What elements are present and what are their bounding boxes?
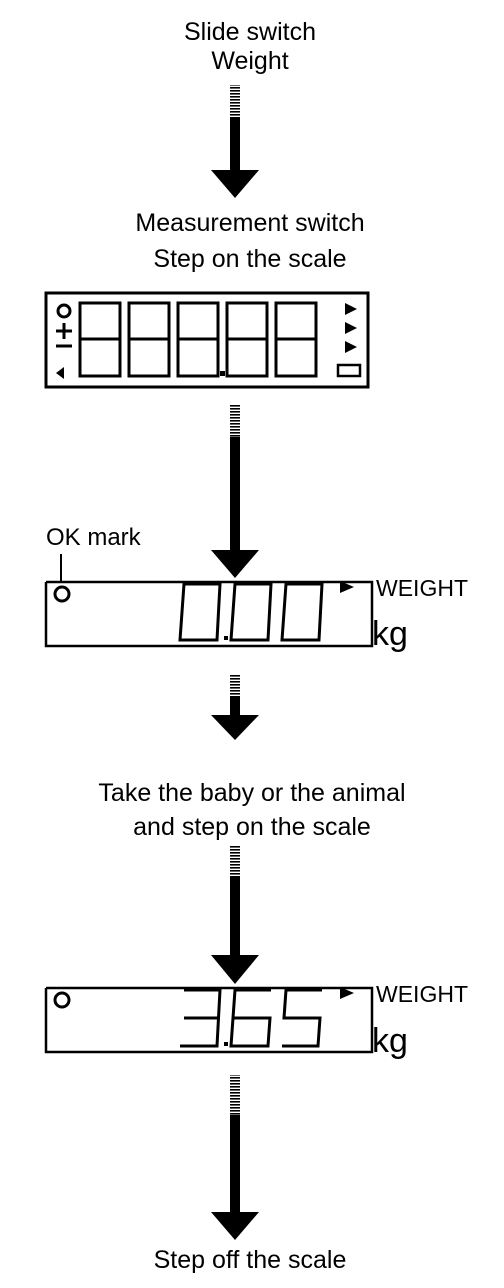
- down-arrow-icon: [211, 405, 259, 578]
- battery-icon: [336, 363, 362, 378]
- mode-indicator-icon: [345, 303, 357, 353]
- down-arrow-icon: [211, 845, 259, 984]
- down-arrow-icon: [211, 85, 259, 198]
- tare-icon: [56, 323, 72, 379]
- ok-mark-icon: [56, 303, 72, 319]
- zero-display: [44, 580, 374, 648]
- down-arrow-icon: [211, 675, 259, 740]
- test-display: [44, 291, 370, 389]
- down-arrow-icon: [211, 1075, 259, 1240]
- flow-diagram: [44, 85, 374, 1240]
- measured-display: [44, 986, 374, 1054]
